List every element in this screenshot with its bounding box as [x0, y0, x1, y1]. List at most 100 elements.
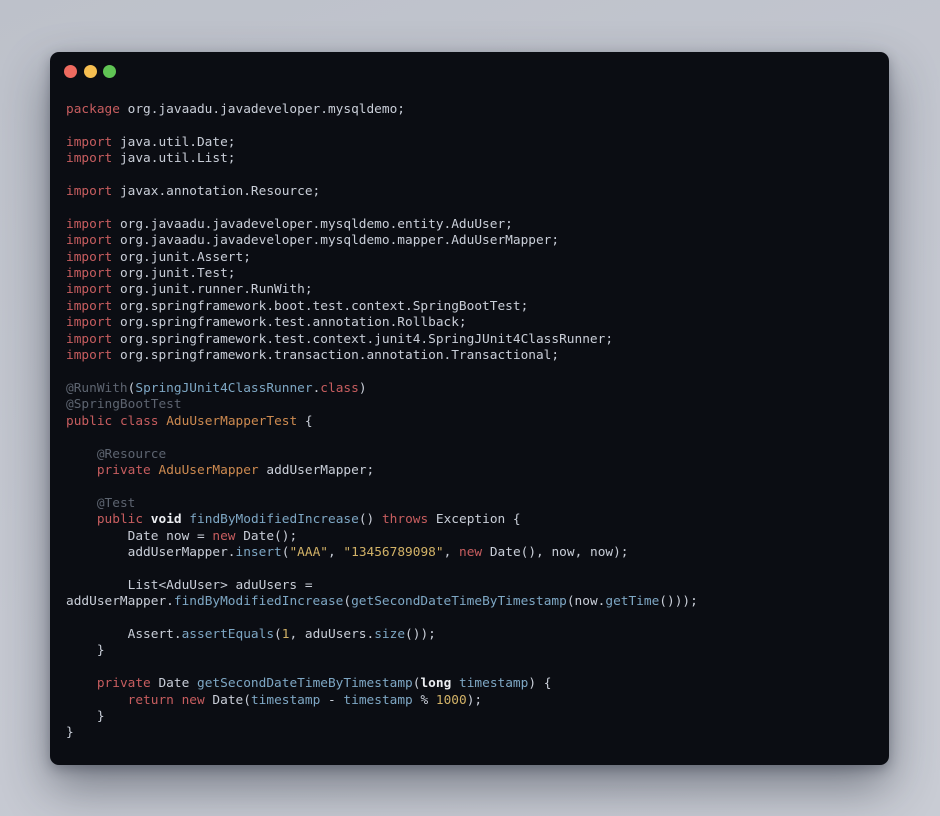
code-token-pln: Assert.	[66, 627, 182, 642]
code-token-fn: assertEquals	[181, 627, 275, 642]
code-token-pln: org.springframework.test.context.junit4.…	[112, 331, 614, 347]
code-token-fn: getSecondDateTimeByTimestamp	[197, 676, 413, 692]
code-token-pln	[66, 693, 128, 708]
code-line: addUserMapper.insert("AAA", "13456789098…	[66, 545, 873, 561]
code-token-kw: import	[66, 298, 113, 314]
code-line: @Resource	[66, 447, 873, 463]
code-line: List<AduUser> aduUsers =	[66, 578, 873, 594]
code-token-kw: class	[119, 413, 159, 429]
code-token-pln: -	[320, 692, 344, 708]
code-token-pln: Date(), now, now);	[482, 544, 629, 560]
code-token-kw: public	[66, 413, 113, 429]
code-token-pln: ,	[443, 544, 459, 560]
code-token-kw: import	[66, 233, 113, 249]
code-line: private Date getSecondDateTimeByTimestam…	[66, 676, 873, 692]
code-token-kw: new	[212, 528, 236, 544]
code-token-pln: ,	[327, 544, 344, 560]
code-token-ann: @SpringBootTest	[66, 397, 182, 413]
code-token-pln: org.javaadu.javadeveloper.mysqldemo;	[119, 102, 405, 117]
code-token-pln: List<AduUser> aduUsers =	[66, 577, 313, 593]
code-token-fn: size	[374, 627, 406, 642]
code-token-pln: addUserMapper;	[258, 462, 375, 478]
code-token-pln: (	[343, 594, 352, 610]
code-token-kw: private	[96, 462, 151, 478]
code-token-pln: (	[274, 627, 282, 642]
code-token-pln: javax.annotation.Resource;	[112, 184, 321, 200]
code-token-ann: @Resource	[96, 446, 167, 462]
code-line: }	[66, 709, 873, 725]
code-token-type: AduUserMapper	[158, 462, 259, 478]
code-token-kw: import	[66, 184, 113, 200]
code-line: @Test	[66, 496, 873, 512]
code-line: import org.junit.runner.RunWith;	[66, 282, 873, 298]
code-token-pln: addUserMapper.	[66, 544, 236, 560]
code-line: import org.javaadu.javadeveloper.mysqlde…	[66, 217, 873, 233]
code-editor-window: package org.javaadu.javadeveloper.mysqld…	[50, 52, 889, 765]
code-line: }	[66, 643, 873, 659]
code-line: return new Date(timestamp - timestamp % …	[66, 693, 873, 709]
code-token-pln: org.javaadu.javadeveloper.mysqldemo.enti…	[112, 216, 513, 232]
code-token-fn: timestamp	[343, 692, 413, 708]
code-token-type: AduUserMapperTest	[166, 413, 298, 429]
code-token-pln: Date now =	[66, 528, 213, 544]
code-line: import org.springframework.test.context.…	[66, 332, 873, 348]
code-token-kw: import	[66, 151, 113, 167]
code-line: import org.junit.Assert;	[66, 250, 873, 266]
code-line: @SpringBootTest	[66, 397, 873, 413]
window-titlebar[interactable]	[50, 52, 889, 90]
code-token-pln	[66, 676, 97, 691]
code-token-str: "AAA"	[289, 544, 328, 560]
code-line: import java.util.List;	[66, 151, 873, 167]
code-token-fn: getSecondDateTimeByTimestamp	[351, 594, 567, 610]
code-line: @RunWith(SpringJUnit4ClassRunner.class)	[66, 381, 873, 397]
code-token-pln: }	[66, 643, 105, 659]
code-line: Assert.assertEquals(1, aduUsers.size());	[66, 627, 873, 643]
code-token-pln: , aduUsers.	[289, 627, 375, 642]
code-token-kw: return	[127, 692, 174, 708]
code-token-pln: org.junit.Test;	[112, 266, 236, 282]
code-block: package org.javaadu.javadeveloper.mysqld…	[50, 90, 889, 742]
code-token-pln: %	[412, 692, 436, 708]
code-token-str: "13456789098"	[343, 544, 444, 560]
code-line: public class AduUserMapperTest {	[66, 414, 873, 430]
code-token-pln	[112, 414, 120, 429]
code-line: Date now = new Date();	[66, 529, 873, 545]
code-token-pln	[66, 447, 97, 462]
code-token-pln: );	[466, 692, 483, 708]
code-line: import org.springframework.boot.test.con…	[66, 299, 873, 315]
code-line: public void findByModifiedIncrease() thr…	[66, 512, 873, 528]
code-token-num: 1000	[435, 692, 467, 708]
code-token-kw: public	[96, 512, 144, 528]
code-token-kw: private	[96, 676, 151, 692]
code-token-pln	[66, 496, 97, 511]
code-token-pln: org.springframework.transaction.annotati…	[112, 348, 560, 364]
code-token-pln: }	[66, 709, 105, 725]
code-line: package org.javaadu.javadeveloper.mysqld…	[66, 102, 873, 118]
close-button[interactable]	[64, 64, 77, 78]
code-token-fn: insert	[235, 544, 282, 560]
code-token-fn: findByModifiedIncrease	[173, 594, 344, 610]
zoom-button[interactable]	[103, 64, 116, 78]
code-token-pln: org.springframework.test.annotation.Roll…	[112, 315, 467, 331]
code-token-pln: {	[297, 413, 313, 429]
code-token-wb: long	[420, 676, 452, 692]
code-token-pln: java.util.List;	[112, 151, 236, 167]
code-token-pln: org.javaadu.javadeveloper.mysqldemo.mapp…	[112, 233, 560, 249]
code-token-pln: java.util.Date;	[112, 134, 236, 150]
code-token-pln: Date();	[235, 528, 298, 544]
code-token-kw: import	[66, 216, 113, 232]
minimize-button[interactable]	[83, 64, 97, 78]
code-token-pln: }	[66, 725, 74, 741]
code-token-pln: ()	[358, 512, 382, 528]
code-token-kw: new	[181, 692, 205, 708]
code-token-fn: timestamp	[250, 692, 321, 708]
code-token-pln: org.junit.runner.RunWith;	[112, 282, 313, 298]
code-token-wb: void	[150, 512, 182, 528]
code-token-kw: import	[66, 331, 113, 347]
code-token-pln: Date	[150, 676, 197, 692]
code-token-pln: org.junit.Assert;	[112, 249, 251, 265]
